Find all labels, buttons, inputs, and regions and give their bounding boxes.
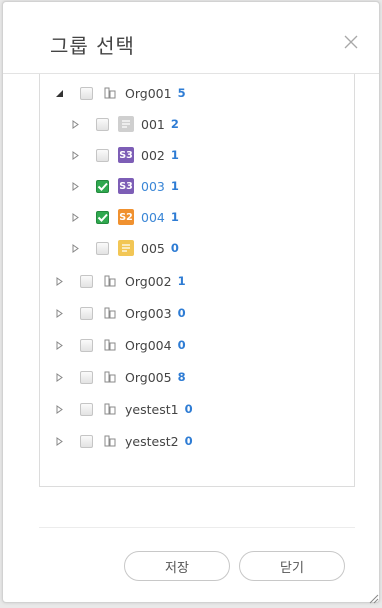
doc-icon (118, 240, 134, 256)
tree-node-002[interactable]: S3 002 1 (70, 144, 179, 166)
s2-badge-icon: S2 (118, 209, 134, 225)
dialog-title: 그룹 선택 (50, 34, 135, 58)
building-icon (102, 401, 118, 417)
node-label: 001 (141, 116, 165, 132)
node-count: 1 (170, 210, 179, 224)
checkbox[interactable] (80, 306, 93, 320)
footer-divider (39, 527, 355, 528)
collapsed-arrow-icon[interactable] (70, 150, 80, 160)
collapsed-arrow-icon[interactable] (70, 181, 80, 191)
doc-icon (118, 116, 134, 132)
group-select-dialog: 그룹 선택 Org001 5 001 2 S3 002 1 S3 003 1 S… (2, 1, 380, 604)
node-label: 002 (141, 147, 165, 163)
building-icon (102, 369, 118, 385)
collapsed-arrow-icon[interactable] (70, 243, 80, 253)
checkbox-checked[interactable] (96, 210, 109, 224)
tree-node-yestest2[interactable]: yestest2 0 (54, 430, 193, 452)
close-icon[interactable] (341, 32, 361, 52)
node-count: 0 (177, 306, 186, 320)
close-button[interactable]: 닫기 (239, 551, 345, 581)
node-label: Org004 (125, 337, 172, 353)
node-count: 5 (177, 86, 186, 100)
tree-node-003[interactable]: S3 003 1 (70, 175, 179, 197)
collapsed-arrow-icon[interactable] (54, 308, 64, 318)
checkbox[interactable] (80, 370, 93, 384)
node-count: 0 (177, 338, 186, 352)
collapsed-arrow-icon[interactable] (54, 436, 64, 446)
building-icon (102, 433, 118, 449)
resize-handle-icon[interactable] (367, 589, 379, 604)
checkbox[interactable] (80, 86, 93, 100)
node-count: 8 (177, 370, 186, 384)
checkbox[interactable] (80, 434, 93, 448)
building-icon (102, 273, 118, 289)
building-icon (102, 85, 118, 101)
tree-node-org001[interactable]: Org001 5 (54, 82, 186, 104)
collapsed-arrow-icon[interactable] (54, 404, 64, 414)
tree-node-org004[interactable]: Org004 0 (54, 334, 186, 356)
save-button[interactable]: 저장 (124, 551, 230, 581)
tree-node-org002[interactable]: Org002 1 (54, 270, 186, 292)
tree-node-org003[interactable]: Org003 0 (54, 302, 186, 324)
node-label: Org003 (125, 305, 172, 321)
group-tree: Org001 5 001 2 S3 002 1 S3 003 1 S2 004 … (39, 74, 355, 487)
checkbox[interactable] (80, 274, 93, 288)
s3-badge-icon: S3 (118, 178, 134, 194)
checkbox-checked[interactable] (96, 179, 109, 193)
checkbox[interactable] (96, 148, 109, 162)
node-count: 1 (170, 148, 179, 162)
tree-node-005[interactable]: 005 0 (70, 237, 179, 259)
node-count: 0 (170, 241, 179, 255)
checkbox[interactable] (80, 402, 93, 416)
checkbox[interactable] (80, 338, 93, 352)
checkbox[interactable] (96, 241, 109, 255)
collapsed-arrow-icon[interactable] (54, 372, 64, 382)
tree-node-001[interactable]: 001 2 (70, 113, 179, 135)
node-label: yestest1 (125, 401, 179, 417)
node-label: 005 (141, 240, 165, 256)
node-label: Org002 (125, 273, 172, 289)
node-label: 004 (141, 209, 165, 225)
checkbox[interactable] (96, 117, 109, 131)
building-icon (102, 305, 118, 321)
node-count: 0 (184, 402, 193, 416)
collapsed-arrow-icon[interactable] (70, 119, 80, 129)
s3-badge-icon: S3 (118, 147, 134, 163)
node-count: 2 (170, 117, 179, 131)
node-count: 0 (184, 434, 193, 448)
collapsed-arrow-icon[interactable] (54, 276, 64, 286)
building-icon (102, 337, 118, 353)
collapsed-arrow-icon[interactable] (54, 340, 64, 350)
node-label: 003 (141, 178, 165, 194)
node-count: 1 (170, 179, 179, 193)
collapsed-arrow-icon[interactable] (70, 212, 80, 222)
tree-node-org005[interactable]: Org005 8 (54, 366, 186, 388)
tree-node-004[interactable]: S2 004 1 (70, 206, 179, 228)
node-count: 1 (177, 274, 186, 288)
tree-node-yestest1[interactable]: yestest1 0 (54, 398, 193, 420)
node-label: Org001 (125, 85, 172, 101)
node-label: yestest2 (125, 433, 179, 449)
expanded-arrow-icon[interactable] (54, 88, 64, 98)
node-label: Org005 (125, 369, 172, 385)
